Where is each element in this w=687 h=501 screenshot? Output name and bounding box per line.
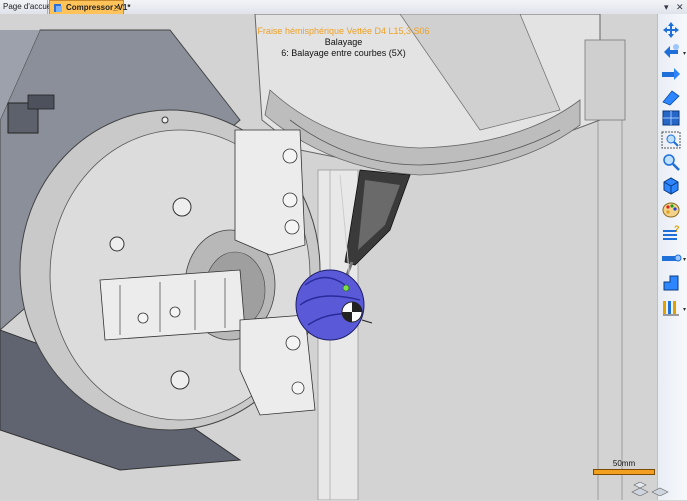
chevron-down-icon[interactable]: ▾ [683, 256, 686, 263]
tab-compressor-label: Compressor_V1* [66, 3, 131, 12]
solid-view-icon[interactable] [660, 176, 682, 196]
machine-icon[interactable] [660, 272, 682, 292]
close-tab-icon[interactable]: ✕ [113, 1, 120, 15]
view-toolbar: ▾ ? ▾ ▾ [657, 14, 687, 500]
chevron-down-icon[interactable]: ▾ [683, 50, 686, 57]
operation-label: Balayage [324, 37, 363, 47]
tab-home-page[interactable]: Page d'accueil [0, 0, 55, 14]
close-window-icon[interactable]: ✕ [676, 0, 684, 14]
scale-label: 50mm [612, 459, 636, 468]
help-layers-icon[interactable]: ? [660, 224, 682, 244]
machining-scene [0, 14, 657, 500]
pin-dropdown-icon[interactable]: ▾ [664, 0, 669, 14]
rotate-y-icon[interactable] [660, 86, 682, 106]
move-view-icon[interactable] [660, 42, 682, 62]
pan-view-icon[interactable] [660, 20, 682, 40]
3d-viewport[interactable] [0, 14, 657, 500]
color-palette-icon[interactable] [660, 200, 682, 220]
measure-icon[interactable] [660, 248, 682, 268]
document-tab-bar: Page d'accueil Compressor_V1* ✕ ▾ ✕ [0, 0, 687, 15]
rotate-x-icon[interactable] [660, 64, 682, 84]
tool-path-icon[interactable] [660, 298, 682, 318]
operation-step-label: 6: Balayage entre courbes (5X) [281, 48, 406, 58]
svg-text:?: ? [674, 224, 680, 234]
tab-home-label: Page d'accueil [3, 2, 55, 11]
view-cube-icon[interactable] [630, 480, 670, 497]
chevron-down-icon[interactable]: ▾ [683, 306, 686, 313]
tool-name-label: Fraise hémisphérique Vettée D4 L15,3 S06 [257, 26, 430, 36]
document-icon [54, 4, 62, 12]
zoom-window-icon[interactable] [660, 130, 682, 150]
view-status-icons [630, 480, 670, 497]
zoom-icon[interactable] [660, 152, 682, 172]
tab-compressor[interactable]: Compressor_V1* ✕ [49, 0, 130, 15]
plane-view-icon[interactable] [660, 108, 682, 128]
scale-bar-line [593, 469, 655, 475]
scale-bar: 50mm [592, 459, 656, 477]
